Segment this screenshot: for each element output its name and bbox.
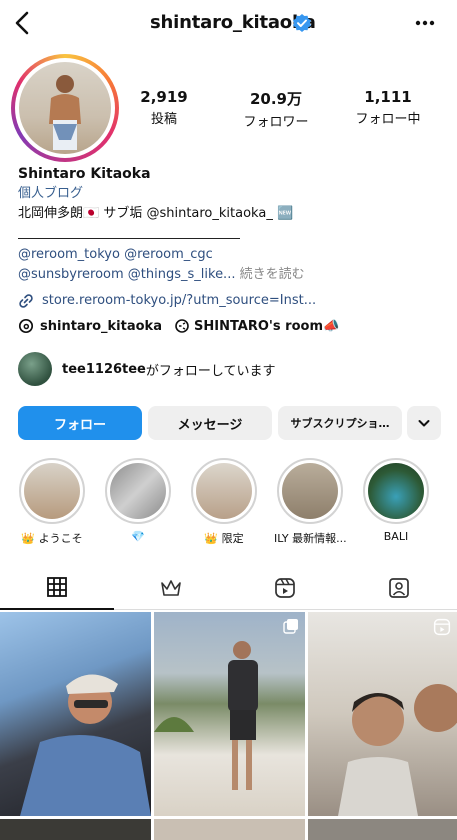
more-icon[interactable] [410, 12, 440, 34]
profile-avatar[interactable] [11, 54, 119, 162]
post-thumbnail[interactable] [0, 612, 151, 816]
follower-avatar [18, 352, 52, 386]
back-icon[interactable] [10, 10, 36, 36]
post-thumbnail[interactable] [154, 819, 305, 840]
following-count: 1,111 [364, 88, 412, 106]
stat-posts[interactable]: 2,919 投稿 [109, 88, 219, 127]
subscription-button[interactable]: サブスクリプショ… [278, 406, 402, 440]
followed-by-row[interactable]: tee1126tee がフォローしています [18, 352, 276, 386]
followers-count: 20.9万 [249, 90, 302, 108]
following-label: フォロー中 [355, 112, 421, 127]
bio-divider [18, 238, 240, 239]
post-thumbnail[interactable] [154, 612, 305, 816]
chevron-down-icon [418, 420, 430, 427]
suggested-accounts-button[interactable] [407, 406, 441, 440]
highlight-label: BALI [383, 530, 409, 543]
profile-bio: Shintaro Kitaoka 個人ブログ 北岡伸多朗🇯🇵 サブ垢 @shin… [18, 164, 438, 311]
post-thumbnail[interactable] [0, 819, 151, 840]
stat-followers[interactable]: 20.9万 フォロワー [221, 88, 331, 130]
grid-icon [47, 577, 67, 597]
highlight-limited[interactable]: 👑 限定 [188, 458, 260, 546]
followers-label: フォロワー [243, 115, 309, 130]
tab-exclusive[interactable] [114, 566, 228, 610]
threads-handle[interactable]: shintaro_kitaoka [40, 319, 162, 334]
display-name: Shintaro Kitaoka [18, 166, 151, 182]
read-more-link[interactable]: 続きを読む [240, 267, 305, 282]
reels-icon [275, 578, 295, 598]
message-button[interactable]: メッセージ [148, 406, 272, 440]
post-thumbnail[interactable] [308, 819, 457, 840]
highlight-label: 💎 [131, 530, 145, 543]
profile-tabs [0, 566, 457, 610]
bio-line: 北岡伸多朗🇯🇵 サブ垢 @shintaro_kitaoka_ 🆕 [18, 206, 294, 221]
broadcast-channel-icon[interactable] [174, 318, 190, 334]
highlight-ily-news[interactable]: ILY 最新情報... [274, 458, 347, 546]
follower-username: tee1126tee [62, 361, 146, 377]
highlight-label: ILY 最新情報... [274, 532, 347, 545]
posts-count: 2,919 [140, 88, 188, 106]
follow-button[interactable]: フォロー [18, 406, 142, 440]
tab-tagged[interactable] [342, 566, 456, 610]
bio-tags-line-2[interactable]: @sunsbyreroom @things_s_like... [18, 267, 235, 282]
carousel-icon [283, 619, 298, 634]
highlight-bali[interactable]: BALI [360, 458, 432, 543]
link-icon [19, 294, 33, 308]
tab-reels[interactable] [228, 566, 342, 610]
category-label: 個人ブログ [18, 186, 84, 201]
reels-badge-icon [433, 618, 451, 636]
stat-following[interactable]: 1,111 フォロー中 [333, 88, 443, 127]
verified-badge-icon [293, 14, 311, 32]
crown-icon [161, 580, 181, 596]
top-bar: shintaro_kitaoka [0, 0, 457, 48]
tab-posts-grid[interactable] [0, 566, 114, 610]
broadcast-channel-name[interactable]: SHINTARO's room📣 [194, 319, 339, 334]
highlight-label: 👑 ようこそ [21, 532, 83, 545]
posts-label: 投稿 [150, 112, 177, 127]
avatar-photo [19, 62, 111, 154]
website-link[interactable]: store.reroom-tokyo.jp/?utm_source=Inst..… [18, 291, 438, 311]
highlight-diamond[interactable]: 💎 [102, 458, 174, 543]
post-thumbnail[interactable] [308, 612, 457, 816]
threads-row: shintaro_kitaoka SHINTARO's room📣 [18, 318, 339, 334]
profile-username: shintaro_kitaoka [150, 12, 316, 33]
tagged-icon [389, 578, 409, 598]
highlight-label: 👑 限定 [204, 532, 244, 545]
posts-grid [0, 612, 457, 840]
followed-by-text: がフォローしています [145, 363, 276, 379]
threads-icon[interactable] [18, 318, 34, 334]
bio-tags-line-1[interactable]: @reroom_tokyo @reroom_cgc [18, 245, 438, 265]
website-url: store.reroom-tokyo.jp/?utm_source=Inst..… [42, 293, 317, 308]
highlight-welcome[interactable]: 👑 ようこそ [16, 458, 88, 546]
